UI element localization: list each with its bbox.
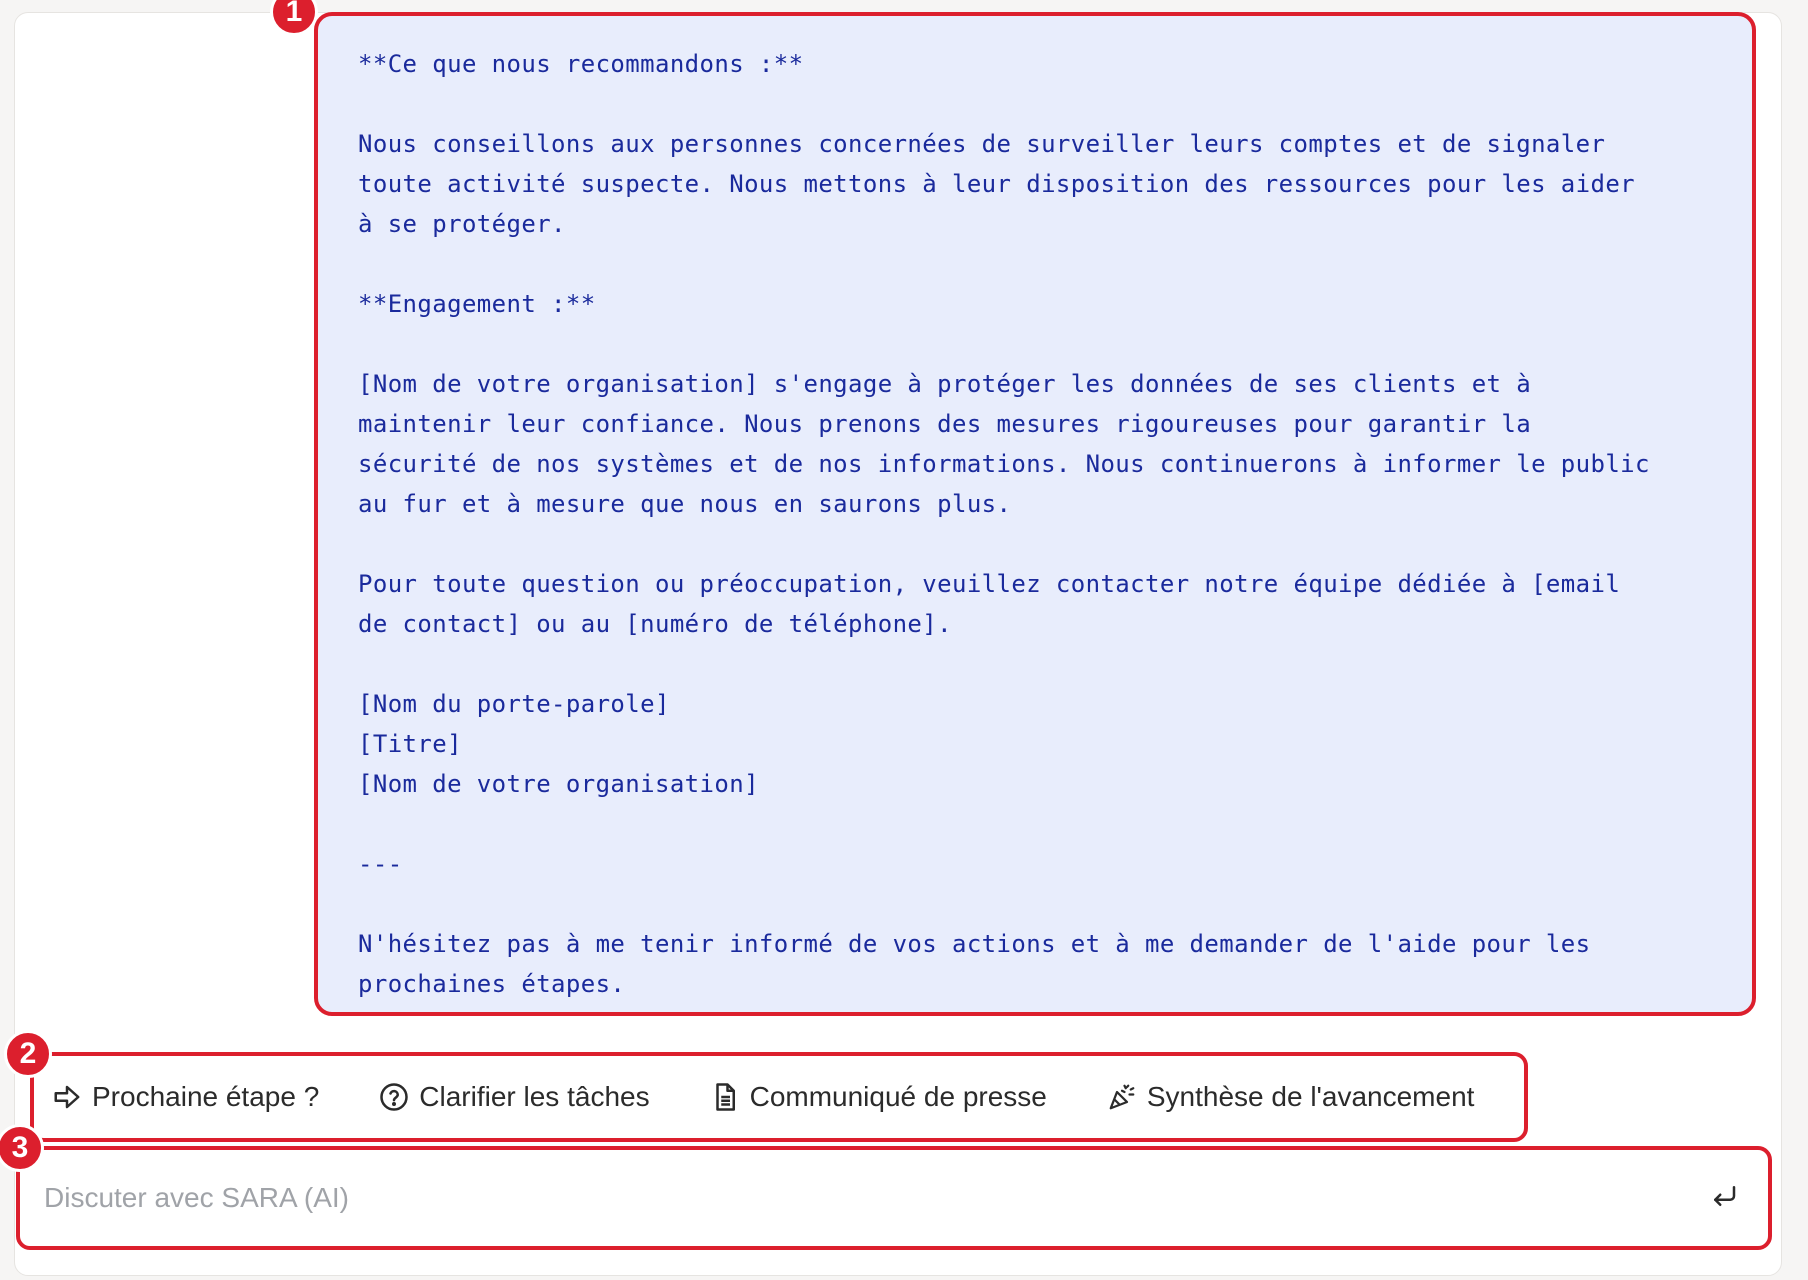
- progress-summary-label: Synthèse de l'avancement: [1146, 1081, 1475, 1112]
- party-popper-icon: [1107, 1082, 1137, 1112]
- enter-icon: [1709, 1181, 1739, 1216]
- progress-summary-button[interactable]: Synthèse de l'avancement: [1107, 1081, 1475, 1113]
- assistant-message-text: **Ce que nous recommandons :** Nous cons…: [358, 50, 1650, 998]
- annotation-badge-2: 2: [4, 1030, 52, 1078]
- document-icon: [710, 1082, 740, 1112]
- clarify-tasks-label: Clarifier les tâches: [419, 1081, 650, 1112]
- chat-composer: [16, 1146, 1772, 1250]
- next-step-button[interactable]: Prochaine étape ?: [52, 1081, 319, 1113]
- press-release-label: Communiqué de presse: [749, 1081, 1047, 1112]
- clarify-tasks-button[interactable]: Clarifier les tâches: [379, 1081, 650, 1113]
- next-step-label: Prochaine étape ?: [92, 1081, 320, 1112]
- arrow-right-icon: [52, 1082, 82, 1112]
- send-button[interactable]: [1704, 1178, 1744, 1218]
- question-circle-icon: [379, 1082, 409, 1112]
- chat-input[interactable]: [44, 1182, 1704, 1214]
- press-release-button[interactable]: Communiqué de presse: [710, 1081, 1047, 1113]
- quick-actions-bar: Prochaine étape ? Clarifier les tâches C…: [30, 1052, 1528, 1142]
- assistant-message: **Ce que nous recommandons :** Nous cons…: [314, 12, 1756, 1016]
